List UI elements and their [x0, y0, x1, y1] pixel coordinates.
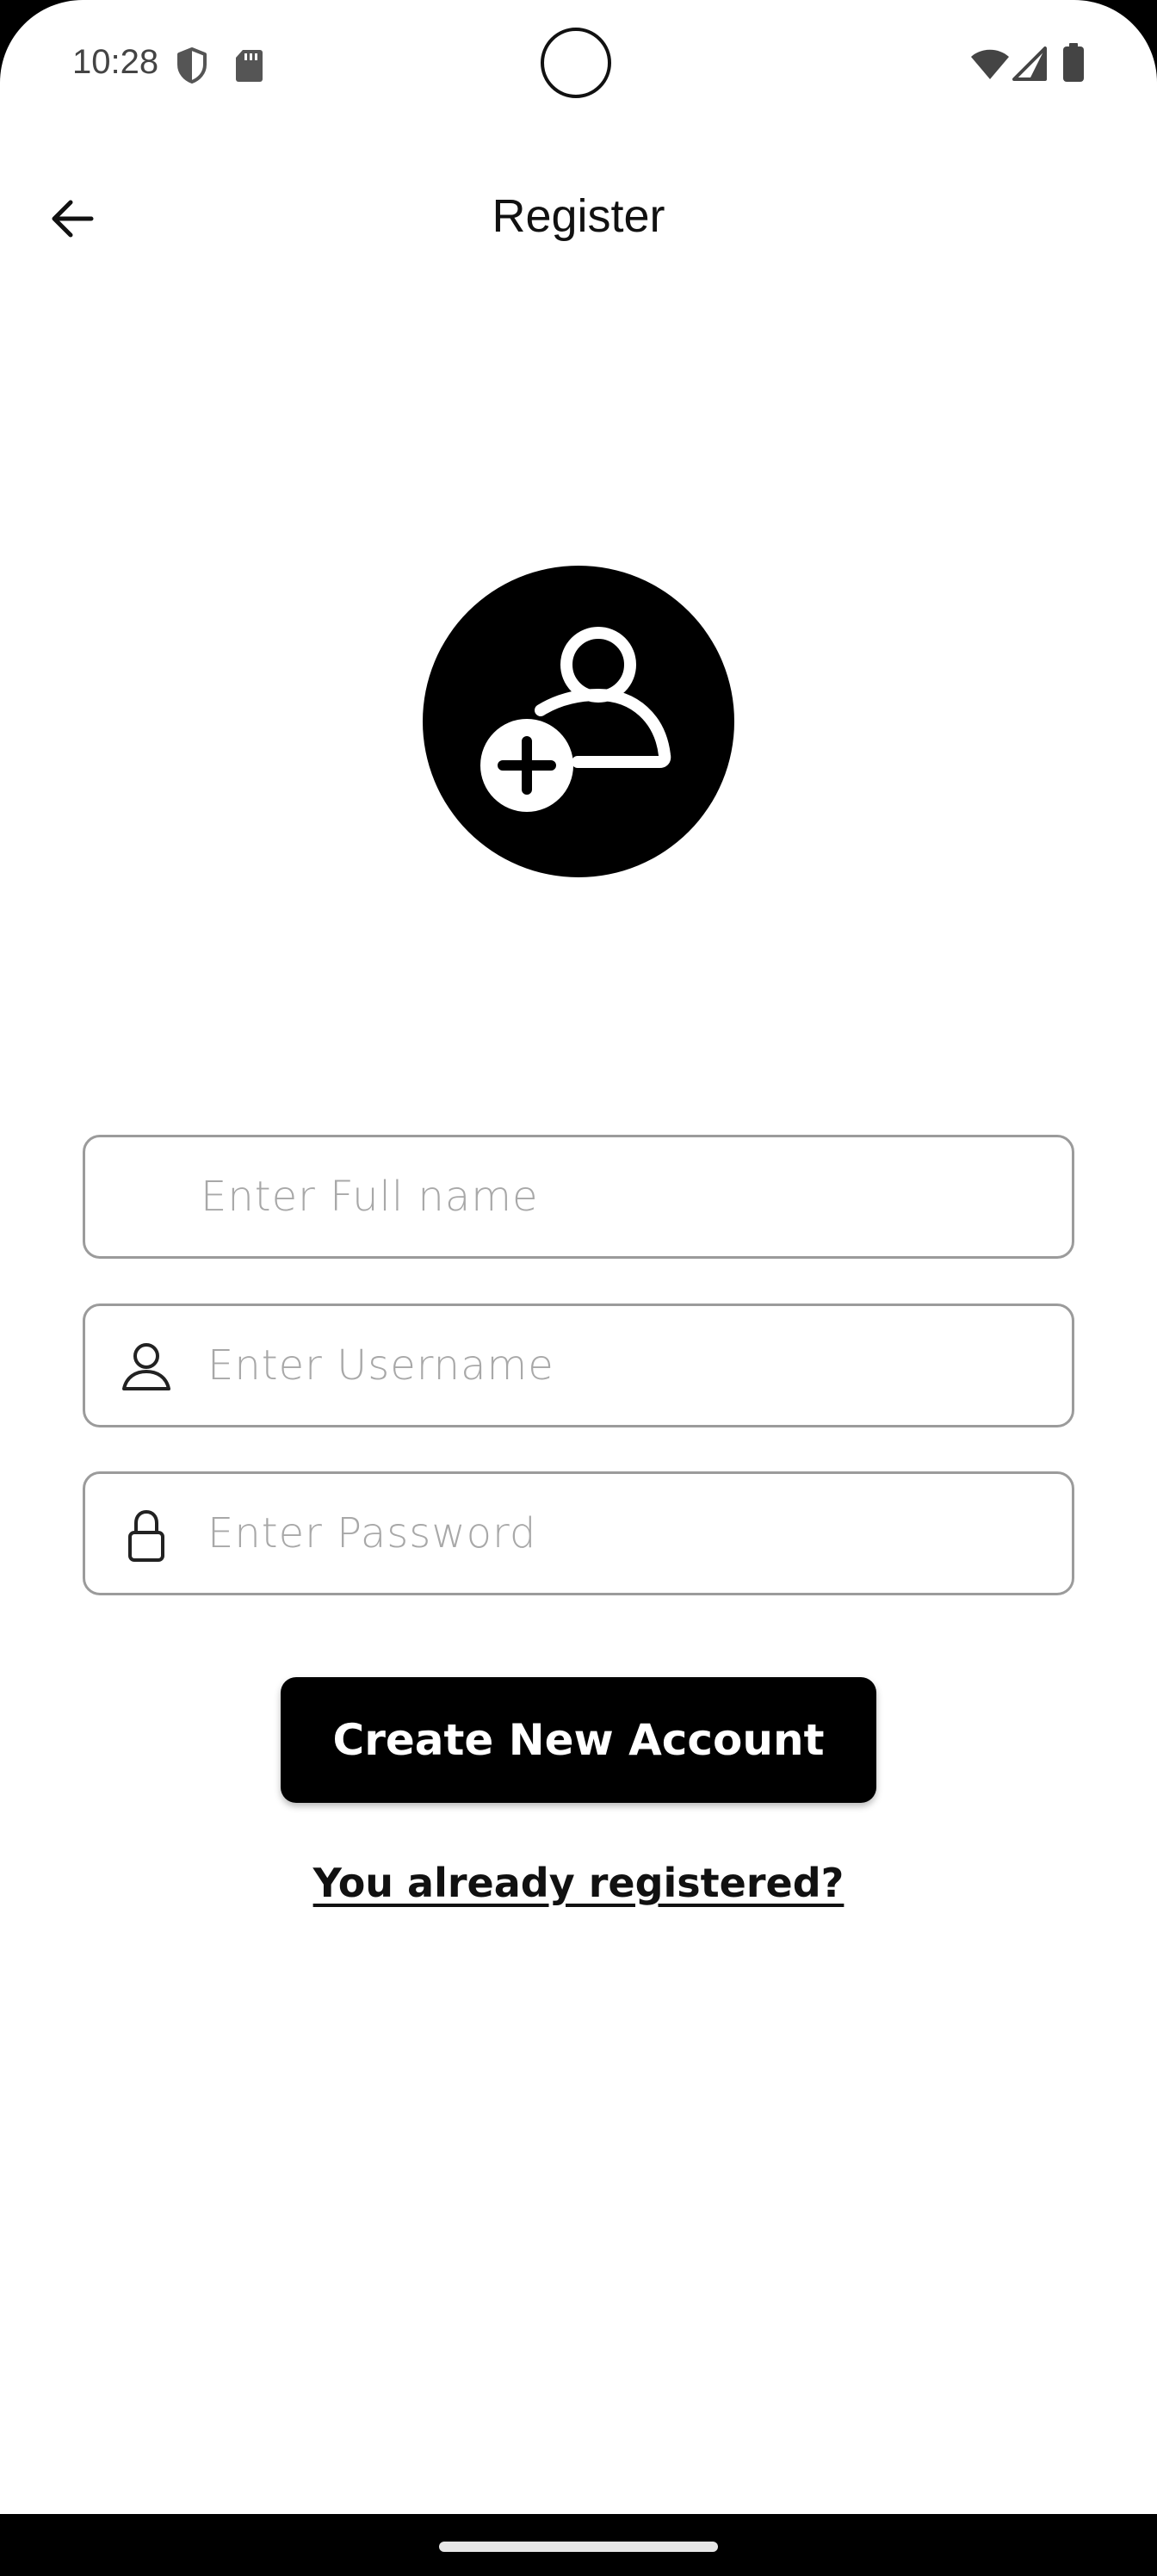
- wifi-icon: [971, 49, 1009, 79]
- username-field[interactable]: [83, 1303, 1074, 1427]
- shield-icon: [177, 47, 207, 84]
- signal-icon: [1012, 46, 1047, 81]
- add-user-icon: [480, 627, 671, 812]
- password-field[interactable]: [83, 1471, 1074, 1595]
- full-name-input[interactable]: [199, 1137, 1046, 1256]
- page-title: Register: [492, 190, 665, 242]
- register-screen: 10:28 Register Enter Full name Enter Use…: [0, 0, 1157, 2576]
- username-input[interactable]: [206, 1306, 1046, 1425]
- user-icon: [122, 1343, 170, 1390]
- full-name-field[interactable]: [83, 1135, 1074, 1259]
- home-indicator[interactable]: [439, 2542, 718, 2552]
- battery-icon: [1063, 43, 1084, 82]
- front-camera: [541, 28, 611, 98]
- app-bar: Register: [0, 164, 1157, 276]
- avatar: [423, 566, 734, 877]
- password-input[interactable]: [206, 1474, 1046, 1593]
- already-registered-link[interactable]: You already registered?: [0, 1860, 1157, 1906]
- sd-card-icon: [236, 50, 263, 82]
- lock-icon: [128, 1509, 164, 1562]
- status-time: 10:28: [72, 43, 159, 81]
- create-account-button[interactable]: Create New Account: [281, 1677, 876, 1803]
- status-bar: 10:28: [0, 0, 1157, 129]
